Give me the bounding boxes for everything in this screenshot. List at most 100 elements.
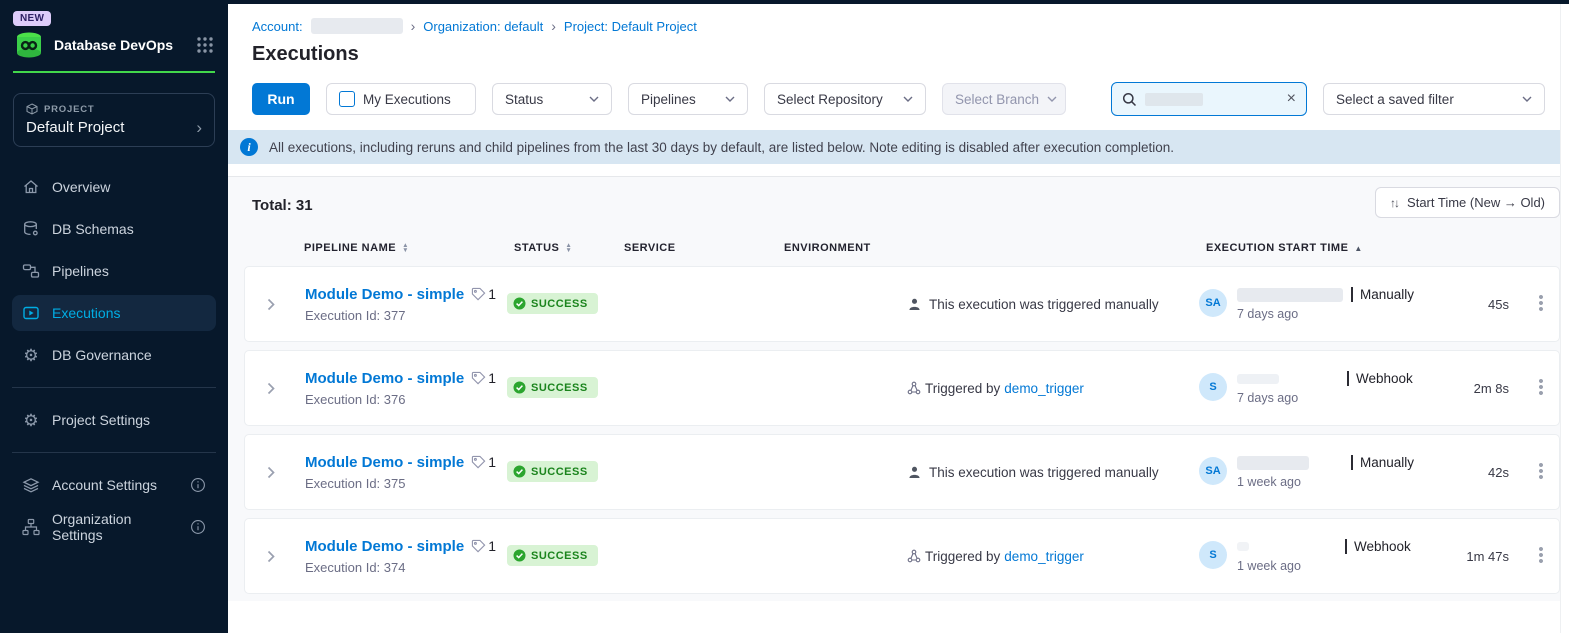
status-badge: SUCCESS xyxy=(507,545,598,566)
chevron-down-icon xyxy=(1522,96,1532,102)
redacted-user-name xyxy=(1237,288,1343,302)
status-badge: SUCCESS xyxy=(507,377,598,398)
trigger-text: Triggered by xyxy=(925,381,1000,396)
clear-search-icon[interactable]: × xyxy=(1287,91,1296,107)
brand-header: NEW Database DevOps xyxy=(0,0,228,73)
scrollbar-track[interactable] xyxy=(1560,4,1569,633)
chevron-down-icon xyxy=(589,96,599,102)
my-executions-checkbox[interactable] xyxy=(339,91,355,107)
status-badge: SUCCESS xyxy=(507,293,598,314)
trigger-text: This execution was triggered manually xyxy=(929,465,1159,480)
gear-icon: ⚙ xyxy=(22,346,40,364)
info-circle-icon[interactable] xyxy=(190,477,206,493)
sidebar-item-db-schemas[interactable]: DB Schemas xyxy=(12,211,216,247)
sidebar-item-label: Pipelines xyxy=(52,263,109,279)
duration: 1m 47s xyxy=(1461,549,1523,564)
pipeline-name-link[interactable]: Module Demo - simple xyxy=(305,538,464,555)
executions-icon xyxy=(22,304,40,322)
row-menu-icon[interactable]: ••• xyxy=(1523,463,1559,481)
breadcrumb-project[interactable]: Project: Default Project xyxy=(564,19,697,34)
page-header: Account: › Organization: default › Proje… xyxy=(228,4,1569,66)
my-executions-label: My Executions xyxy=(363,92,451,107)
execution-row[interactable]: Module Demo - simple 1 Execution Id: 376… xyxy=(244,350,1560,426)
pipeline-name-link[interactable]: Module Demo - simple xyxy=(305,454,464,471)
column-header-label: SERVICE xyxy=(624,242,676,254)
sidebar-item-organization-settings[interactable]: Organization Settings xyxy=(12,509,216,545)
sidebar-item-executions[interactable]: Executions xyxy=(12,295,216,331)
breadcrumb-account[interactable]: Account: xyxy=(252,19,303,34)
sidebar-item-pipelines[interactable]: Pipelines xyxy=(12,253,216,289)
sidebar-item-project-settings[interactable]: ⚙ Project Settings xyxy=(12,402,216,438)
sidebar-nav: Overview DB Schemas xyxy=(0,147,228,373)
column-header-label: PIPELINE NAME xyxy=(304,242,396,254)
status-label: SUCCESS xyxy=(531,466,588,478)
column-header-label: EXECUTION START TIME xyxy=(1206,242,1348,254)
sidebar-item-overview[interactable]: Overview xyxy=(12,169,216,205)
breadcrumb-organization[interactable]: Organization: default xyxy=(423,19,543,34)
row-menu-icon[interactable]: ••• xyxy=(1523,547,1559,565)
chevron-down-icon xyxy=(1047,96,1057,102)
branch-filter-dropdown: Select Branch xyxy=(942,83,1066,115)
redacted-user-name xyxy=(1237,374,1279,384)
column-header-pipeline-name[interactable]: PIPELINE NAME ▲▼ xyxy=(296,242,506,254)
info-banner: i All executions, including reruns and c… xyxy=(228,130,1569,164)
redacted-search-text xyxy=(1145,93,1203,106)
saved-filter-dropdown[interactable]: Select a saved filter xyxy=(1323,83,1545,115)
pipeline-name-link[interactable]: Module Demo - simple xyxy=(305,370,464,387)
column-header-status[interactable]: STATUS ▲▼ xyxy=(506,242,616,254)
tag-icon xyxy=(471,287,486,302)
project-selector[interactable]: PROJECT Default Project › xyxy=(13,93,215,147)
sidebar-item-label: Executions xyxy=(52,305,120,321)
sidebar-item-label: Project Settings xyxy=(52,412,150,428)
run-button[interactable]: Run xyxy=(252,83,310,115)
expand-chevron-icon[interactable] xyxy=(245,550,297,563)
tag-count: 1 xyxy=(488,454,496,470)
execution-id: Execution Id: 377 xyxy=(305,308,507,323)
execution-row[interactable]: Module Demo - simple 1 Execution Id: 375… xyxy=(244,434,1560,510)
saved-filter-label: Select a saved filter xyxy=(1336,92,1454,107)
expand-chevron-icon[interactable] xyxy=(245,466,297,479)
sidebar-item-account-settings[interactable]: Account Settings xyxy=(12,467,216,503)
tag-icon xyxy=(471,371,486,386)
expand-chevron-icon[interactable] xyxy=(245,382,297,395)
sidebar-item-label: Organization Settings xyxy=(52,511,166,543)
database-icon xyxy=(22,220,40,238)
breadcrumb: Account: › Organization: default › Proje… xyxy=(252,18,1545,34)
execution-row[interactable]: Module Demo - simple 1 Execution Id: 377… xyxy=(244,266,1560,342)
column-header-execution-start-time[interactable]: EXECUTION START TIME ▲ xyxy=(1198,242,1460,254)
user-icon xyxy=(907,297,922,312)
trigger-link[interactable]: demo_trigger xyxy=(1004,549,1084,564)
duration: 42s xyxy=(1461,465,1523,480)
status-label: SUCCESS xyxy=(531,382,588,394)
start-time-cell: S Webhook 7 days ago xyxy=(1199,371,1461,405)
column-header-label: ENVIRONMENT xyxy=(784,242,871,254)
user-icon xyxy=(907,465,922,480)
sort-toggle-icon[interactable]: ▲▼ xyxy=(565,243,572,253)
execution-row[interactable]: Module Demo - simple 1 Execution Id: 374… xyxy=(244,518,1560,594)
module-grid-icon[interactable] xyxy=(195,35,215,55)
my-executions-toggle[interactable]: My Executions xyxy=(326,83,476,115)
trigger-mode-label: Webhook xyxy=(1345,539,1411,554)
info-circle-icon[interactable] xyxy=(190,519,206,535)
sidebar-item-db-governance[interactable]: ⚙ DB Governance xyxy=(12,337,216,373)
status-filter-dropdown[interactable]: Status xyxy=(492,83,612,115)
project-cube-icon xyxy=(26,103,38,115)
repository-filter-dropdown[interactable]: Select Repository xyxy=(764,83,926,115)
sort-toggle-icon[interactable]: ▲▼ xyxy=(402,243,409,253)
pipeline-name-link[interactable]: Module Demo - simple xyxy=(305,286,464,303)
trigger-mode-label: Webhook xyxy=(1347,371,1413,386)
row-menu-icon[interactable]: ••• xyxy=(1523,379,1559,397)
sort-order-button[interactable]: ↑↓ Start Time (New → Old) xyxy=(1375,187,1560,218)
trigger-link[interactable]: demo_trigger xyxy=(1004,381,1084,396)
chevron-down-icon xyxy=(725,96,735,102)
expand-chevron-icon[interactable] xyxy=(245,298,297,311)
home-icon xyxy=(22,178,40,196)
time-ago: 1 week ago xyxy=(1237,559,1411,573)
row-menu-icon[interactable]: ••• xyxy=(1523,295,1559,313)
search-input[interactable]: × xyxy=(1111,82,1307,116)
pipelines-filter-label: Pipelines xyxy=(641,92,696,107)
execution-id: Execution Id: 375 xyxy=(305,476,507,491)
sort-order-label: Start Time (New → Old) xyxy=(1407,195,1545,210)
pipelines-filter-dropdown[interactable]: Pipelines xyxy=(628,83,748,115)
time-ago: 7 days ago xyxy=(1237,307,1414,321)
